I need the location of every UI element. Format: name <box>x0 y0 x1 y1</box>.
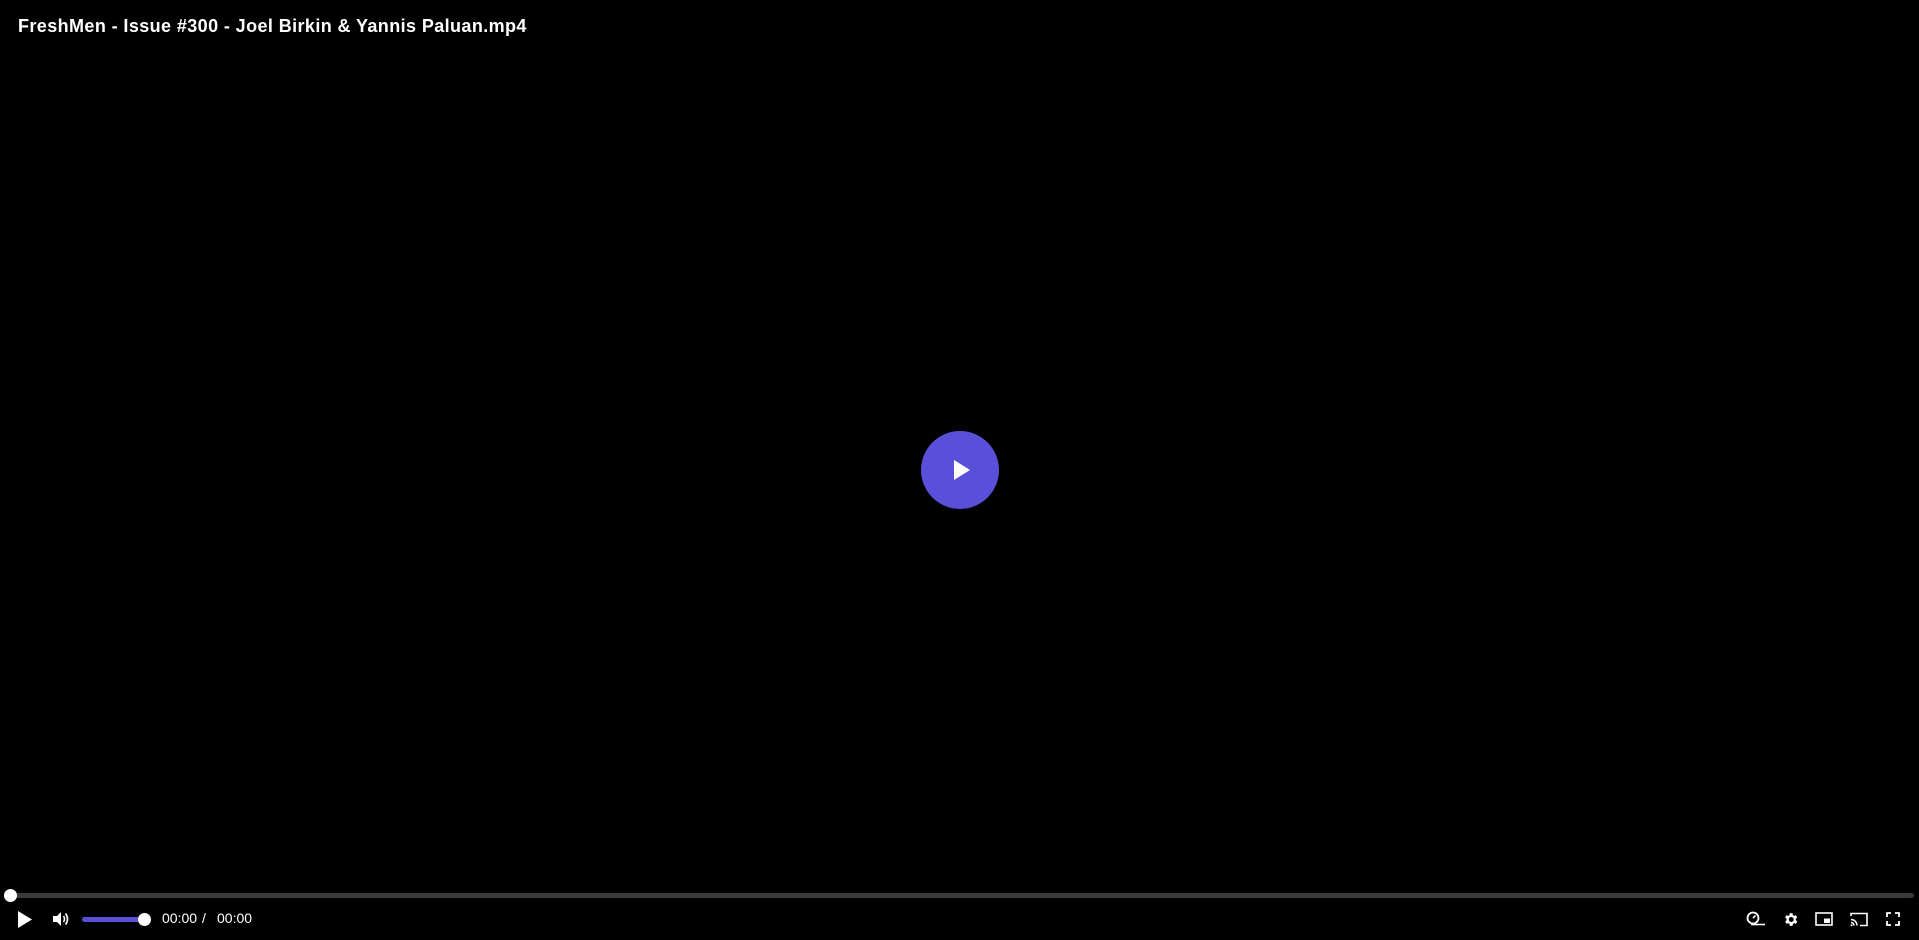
mute-button[interactable] <box>50 905 72 933</box>
play-icon <box>954 460 970 480</box>
video-title: FreshMen - Issue #300 - Joel Birkin & Ya… <box>18 16 527 36</box>
cast-button[interactable] <box>1848 905 1870 933</box>
cast-icon <box>1850 912 1868 926</box>
time-separator: / <box>202 910 206 926</box>
play-button[interactable] <box>14 905 36 933</box>
fullscreen-icon <box>1886 912 1900 926</box>
settings-button[interactable] <box>1779 905 1801 933</box>
volume-thumb[interactable] <box>138 913 151 926</box>
volume-level <box>82 917 144 922</box>
video-player[interactable]: FreshMen - Issue #300 - Joel Birkin & Ya… <box>0 0 1919 940</box>
play-icon <box>18 910 32 928</box>
big-play-button[interactable] <box>921 431 999 509</box>
gear-icon <box>1784 912 1797 926</box>
playback-speed-button[interactable] <box>1744 905 1768 933</box>
fullscreen-button[interactable] <box>1882 905 1904 933</box>
playback-speed-icon <box>1746 911 1765 926</box>
current-time: 00:00 <box>162 910 198 926</box>
seek-bar[interactable] <box>4 889 1914 902</box>
volume-slider[interactable] <box>82 913 151 926</box>
control-bar: 00:00 / 00:00 <box>0 905 1919 933</box>
seek-bar-thumb[interactable] <box>4 889 17 902</box>
picture-in-picture-icon <box>1815 912 1833 926</box>
picture-in-picture-button[interactable] <box>1813 905 1835 933</box>
duration: 00:00 <box>217 910 253 926</box>
volume-icon <box>53 912 69 926</box>
